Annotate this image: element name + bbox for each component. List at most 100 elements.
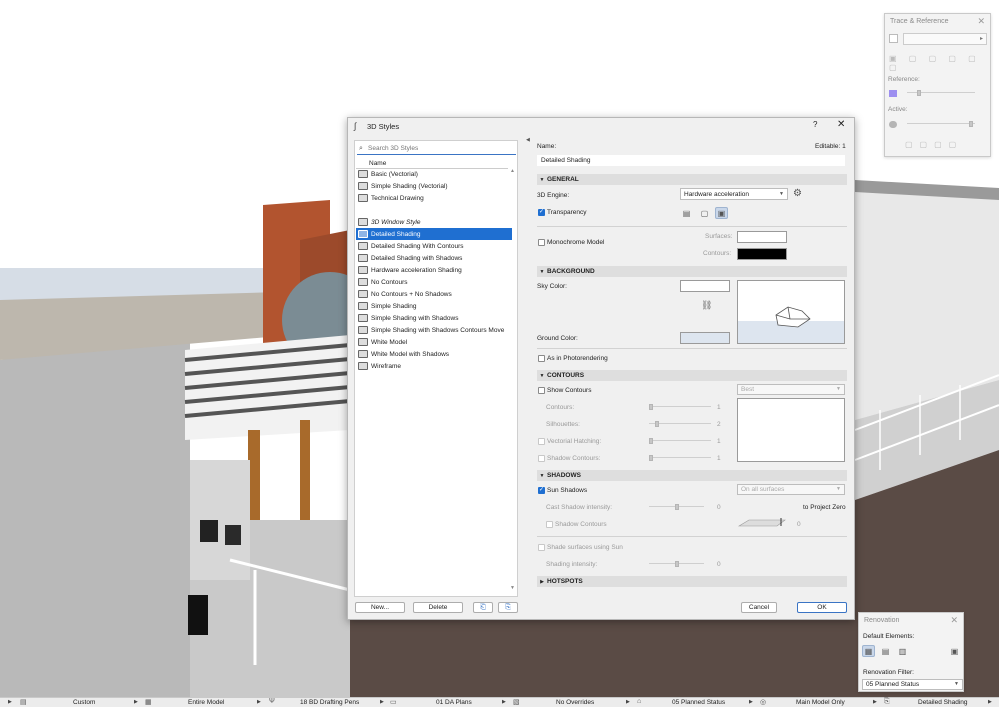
style-item[interactable]: Hardware acceleration Shading [356, 264, 512, 276]
style-item[interactable]: No Contours + No Shadows [356, 288, 512, 300]
active-color-swatch[interactable] [889, 121, 897, 128]
chevron-right-icon[interactable]: ▶ [873, 699, 877, 705]
shade-surfaces-checkbox[interactable] [538, 544, 545, 551]
shading-intensity-slider[interactable] [649, 561, 704, 567]
3d-engine-dropdown[interactable]: Hardware acceleration ▼ [680, 188, 788, 200]
chevron-right-icon[interactable]: ▶ [749, 699, 753, 705]
vectorial-hatching-slider[interactable] [649, 438, 711, 444]
close-icon[interactable]: ✕ [950, 615, 958, 626]
show-contours-checkbox[interactable] [538, 387, 545, 394]
photorendering-checkbox[interactable] [538, 355, 545, 362]
import-button[interactable]: ⎗ [473, 602, 493, 613]
new-elements-icon[interactable]: ▥ [896, 645, 909, 657]
existing-elements-icon[interactable]: ▦ [862, 645, 875, 657]
chevron-right-icon[interactable]: ▶ [257, 699, 261, 705]
style-item[interactable]: White Model [356, 336, 512, 348]
style-item[interactable]: 3D Window Style [356, 216, 512, 228]
sky-color-label: Sky Color: [537, 283, 567, 290]
close-icon[interactable]: ✕ [977, 16, 985, 27]
chevron-right-icon[interactable]: ▶ [8, 699, 12, 705]
cancel-button[interactable]: Cancel [741, 602, 777, 613]
shadows-section-header[interactable]: ▼ SHADOWS [537, 470, 847, 481]
renovation-settings-icon[interactable]: ▣ [948, 645, 961, 657]
style-item[interactable]: Simple Shading [356, 300, 512, 312]
sky-color-swatch[interactable] [680, 280, 730, 292]
shadow-contours-checkbox[interactable] [538, 455, 545, 462]
shadow-contours-sub-checkbox[interactable] [546, 521, 553, 528]
shadow-surfaces-dropdown[interactable]: On all surfaces ▼ [737, 484, 845, 495]
close-button[interactable]: ✕ [837, 119, 845, 130]
reference-color-swatch[interactable] [889, 90, 897, 97]
shadow-contours-slider[interactable] [649, 455, 711, 461]
demolished-elements-icon[interactable]: ▤ [879, 645, 892, 657]
reference-opacity-slider[interactable] [907, 90, 975, 96]
ground-color-swatch[interactable] [680, 332, 730, 344]
chevron-right-icon[interactable]: ▶ [134, 699, 138, 705]
contours-slider[interactable] [649, 404, 711, 410]
trace-toggle-checkbox[interactable] [889, 34, 898, 43]
transparency-checkbox[interactable]: ✓ [538, 209, 545, 216]
render-mode-icon-3[interactable]: ▣ [715, 207, 728, 219]
contours-section-header[interactable]: ▼ CONTOURS [537, 370, 847, 381]
style-item[interactable]: Detailed Shading with Shadows [356, 252, 512, 264]
export-button[interactable]: ⎘ [498, 602, 518, 613]
dialog-titlebar: ∫ 3D Styles [348, 118, 854, 134]
vectorial-hatching-checkbox[interactable] [538, 438, 545, 445]
trace-reference-selector[interactable]: ▸ [903, 33, 987, 45]
style-item[interactable]: Technical Drawing [356, 192, 512, 204]
show-contours-label: Show Contours [547, 387, 592, 394]
gear-icon[interactable]: ⚙ [793, 188, 802, 199]
search-box[interactable]: ⌕ [357, 143, 516, 155]
surfaces-color-swatch[interactable] [737, 231, 787, 243]
chevron-right-icon[interactable]: ▶ [626, 699, 630, 705]
silhouettes-slider[interactable] [649, 421, 711, 427]
background-section-header[interactable]: ▼ BACKGROUND [537, 266, 847, 277]
contours-color-swatch[interactable] [737, 248, 787, 260]
help-button[interactable]: ? [813, 120, 817, 129]
ok-button[interactable]: OK [797, 602, 847, 613]
style-item[interactable]: Simple Shading with Shadows Contours Mov… [356, 324, 512, 336]
renovation-filter-value[interactable]: 05 Planned Status [672, 699, 725, 706]
cast-shadow-intensity-slider[interactable] [649, 504, 704, 510]
export-icon: ⎘ [505, 603, 511, 611]
monochrome-checkbox[interactable] [538, 239, 545, 246]
style-item-selected[interactable]: Detailed Shading [356, 228, 512, 240]
style-name-field[interactable]: Detailed Shading [537, 155, 845, 166]
style-item[interactable]: Simple Shading with Shadows [356, 312, 512, 324]
link-chain-icon[interactable]: ⛓ [701, 300, 712, 311]
trace-tools-icons[interactable]: ▣ ▢ ▢ ▢ ▢ ▢ [889, 54, 990, 72]
renovation-filter-dropdown[interactable]: 05 Planned Status ▼ [862, 679, 963, 690]
collapse-panel-icon[interactable]: ◀ [526, 137, 530, 143]
chevron-right-icon[interactable]: ▶ [988, 699, 992, 705]
sun-shadows-checkbox[interactable]: ✓ [538, 487, 545, 494]
dimension-value[interactable]: 01 DA Plans [436, 699, 472, 706]
trace-bottom-icons[interactable]: ▢▢▢▢ [905, 140, 963, 149]
style-item[interactable]: Basic (Vectorial) [356, 168, 512, 180]
pen-set-value[interactable]: 18 BD Drafting Pens [300, 699, 359, 706]
3d-style-value[interactable]: Detailed Shading [918, 699, 968, 706]
hotspots-section-header[interactable]: ▶ HOTSPOTS [537, 576, 847, 587]
style-item[interactable]: White Model with Shadows [356, 348, 512, 360]
scroll-down-icon[interactable]: ▼ [510, 585, 515, 591]
active-opacity-slider[interactable] [907, 121, 975, 127]
style-item[interactable]: Simple Shading (Vectorial) [356, 180, 512, 192]
graphic-override-icon: ▧ [513, 699, 520, 706]
style-item[interactable]: Wireframe [356, 360, 512, 372]
graphic-override-value[interactable]: No Overrides [556, 699, 594, 706]
general-section-header[interactable]: ▼ GENERAL [537, 174, 847, 185]
style-item[interactable]: No Contours [356, 276, 512, 288]
expand-triangle-icon: ▶ [540, 578, 544, 585]
pen-set-icon: Ψ [269, 698, 275, 705]
style-item[interactable]: Detailed Shading With Contours [356, 240, 512, 252]
render-mode-icon-2[interactable]: ▢ [698, 207, 711, 219]
chevron-right-icon[interactable]: ▶ [502, 699, 506, 705]
new-button[interactable]: New... [355, 602, 405, 613]
search-input[interactable] [368, 145, 508, 152]
chevron-right-icon[interactable]: ▶ [380, 699, 384, 705]
render-mode-icon-1[interactable]: ▤ [680, 207, 693, 219]
delete-button[interactable]: Delete [413, 602, 463, 613]
model-view-value[interactable]: Entire Model [188, 699, 225, 706]
layer-combination-value[interactable]: Custom [73, 699, 95, 706]
structure-display-value[interactable]: Main Model Only [796, 699, 845, 706]
contour-quality-dropdown[interactable]: Best ▼ [737, 384, 845, 395]
